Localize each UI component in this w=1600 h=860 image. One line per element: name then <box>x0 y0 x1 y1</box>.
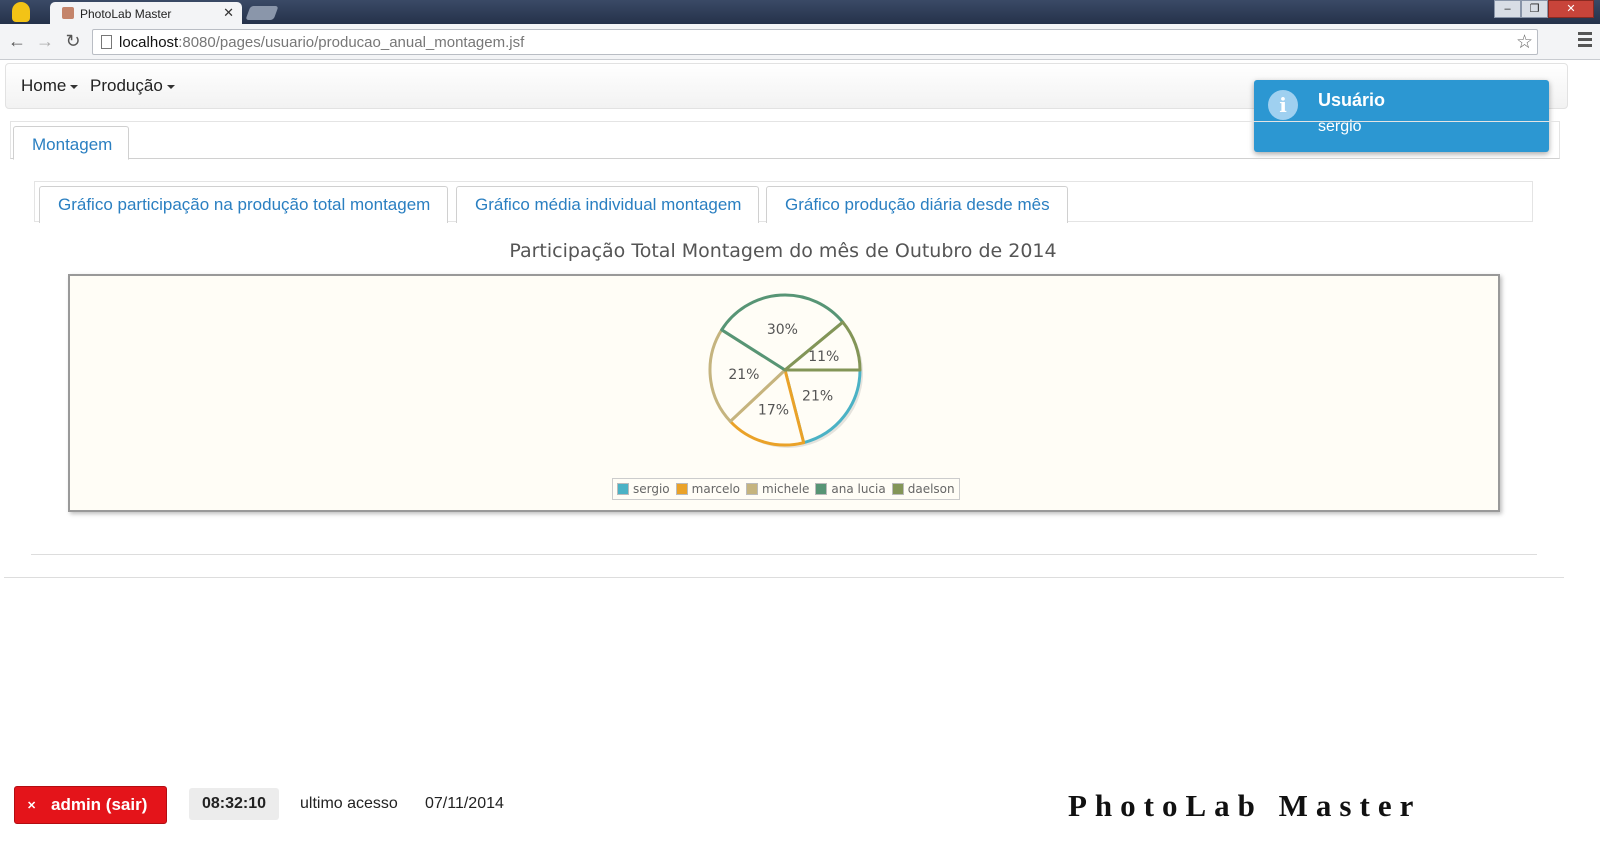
legend-item: michele <box>746 482 809 496</box>
browser-menu-icon[interactable] <box>1578 32 1592 50</box>
caret-down-icon <box>70 84 79 89</box>
favicon-icon <box>62 7 74 19</box>
legend-item: marcelo <box>675 482 741 496</box>
tab-montagem[interactable]: Montagem <box>13 126 130 160</box>
browser-user-icon[interactable] <box>12 2 30 22</box>
window-close-icon[interactable]: ✕ <box>1548 0 1594 18</box>
caret-down-icon <box>166 84 175 89</box>
restore-icon[interactable]: ❐ <box>1521 0 1548 18</box>
info-icon: i <box>1268 90 1298 120</box>
divider <box>31 554 1537 555</box>
brand-logo: PhotoLab Master <box>1068 788 1422 823</box>
pie-chart: 21% 17% 21% 30% 11% sergio marcelo michele ana … <box>68 274 1500 512</box>
tab-producao-diaria[interactable]: Gráfico produção diária desde mês <box>766 186 1068 223</box>
pie-slice-label: 30% <box>767 322 798 338</box>
reload-icon[interactable]: ↻ <box>62 31 84 52</box>
browser-titlebar: PhotoLab Master ✕ ‒ ❐ ✕ <box>0 0 1600 24</box>
menu-producao[interactable]: Produção <box>90 76 175 96</box>
menu-home[interactable]: Home <box>21 76 79 96</box>
forward-arrow-icon[interactable]: → <box>34 31 56 52</box>
legend-item: sergio <box>617 482 670 496</box>
session-clock: 08:32:10 <box>189 788 279 820</box>
last-access-date: 07/11/2014 <box>425 795 504 812</box>
legend-swatch <box>617 483 629 495</box>
new-tab-button[interactable] <box>245 6 279 20</box>
legend-swatch <box>746 483 759 495</box>
chart-tabview: Gráfico participação na produção total m… <box>34 181 1533 223</box>
address-bar[interactable]: localhost:8080/pages/usuario/producao_an… <box>92 29 1538 55</box>
tab-close-icon[interactable]: ✕ <box>223 5 234 21</box>
minimize-icon[interactable]: ‒ <box>1494 0 1521 18</box>
divider <box>4 577 1564 578</box>
logout-button[interactable]: ✕ admin (sair) <box>14 786 167 824</box>
chart-legend: sergio marcelo michele ana lucia daelson <box>612 478 960 500</box>
back-arrow-icon[interactable]: ← <box>6 31 28 52</box>
browser-toolbar: ← → ↻ localhost:8080/pages/usuario/produ… <box>0 24 1600 60</box>
pie-slice-label: 21% <box>802 388 833 404</box>
tab-media-individual[interactable]: Gráfico média individual montagem <box>456 186 760 223</box>
pie-slice-label: 17% <box>758 403 789 419</box>
outer-tabview: Montagem <box>10 121 1560 160</box>
pie-slice-label: 21% <box>728 367 759 383</box>
legend-swatch <box>891 483 904 495</box>
legend-swatch <box>815 483 828 495</box>
browser-tab[interactable]: PhotoLab Master ✕ <box>50 2 242 24</box>
legend-label: marcelo <box>691 482 741 496</box>
legend-label: michele <box>762 482 810 496</box>
chart-title: Participação Total Montagem do mês de Ou… <box>509 240 1057 262</box>
legend-item: ana lucia <box>815 482 886 496</box>
legend-swatch <box>675 483 688 495</box>
tab-participacao-total[interactable]: Gráfico participação na produção total m… <box>39 186 449 223</box>
legend-label: ana lucia <box>831 482 886 496</box>
pie-chart-svg: 21% 17% 21% 30% 11% <box>708 293 863 448</box>
page-icon <box>101 35 112 49</box>
browser-tab-title: PhotoLab Master <box>80 7 172 21</box>
last-access-label: ultimo acesso <box>300 795 398 812</box>
bookmark-star-icon[interactable]: ☆ <box>1516 31 1533 54</box>
legend-label: sergio <box>633 482 670 496</box>
window-controls: ‒ ❐ ✕ <box>1494 0 1594 18</box>
legend-label: daelson <box>907 482 955 496</box>
pie-slice-label: 11% <box>808 349 839 365</box>
url-text: localhost:8080/pages/usuario/producao_an… <box>119 34 525 51</box>
notification-title: Usuário <box>1318 90 1386 110</box>
close-icon: ✕ <box>27 800 37 812</box>
legend-item: daelson <box>891 482 955 496</box>
